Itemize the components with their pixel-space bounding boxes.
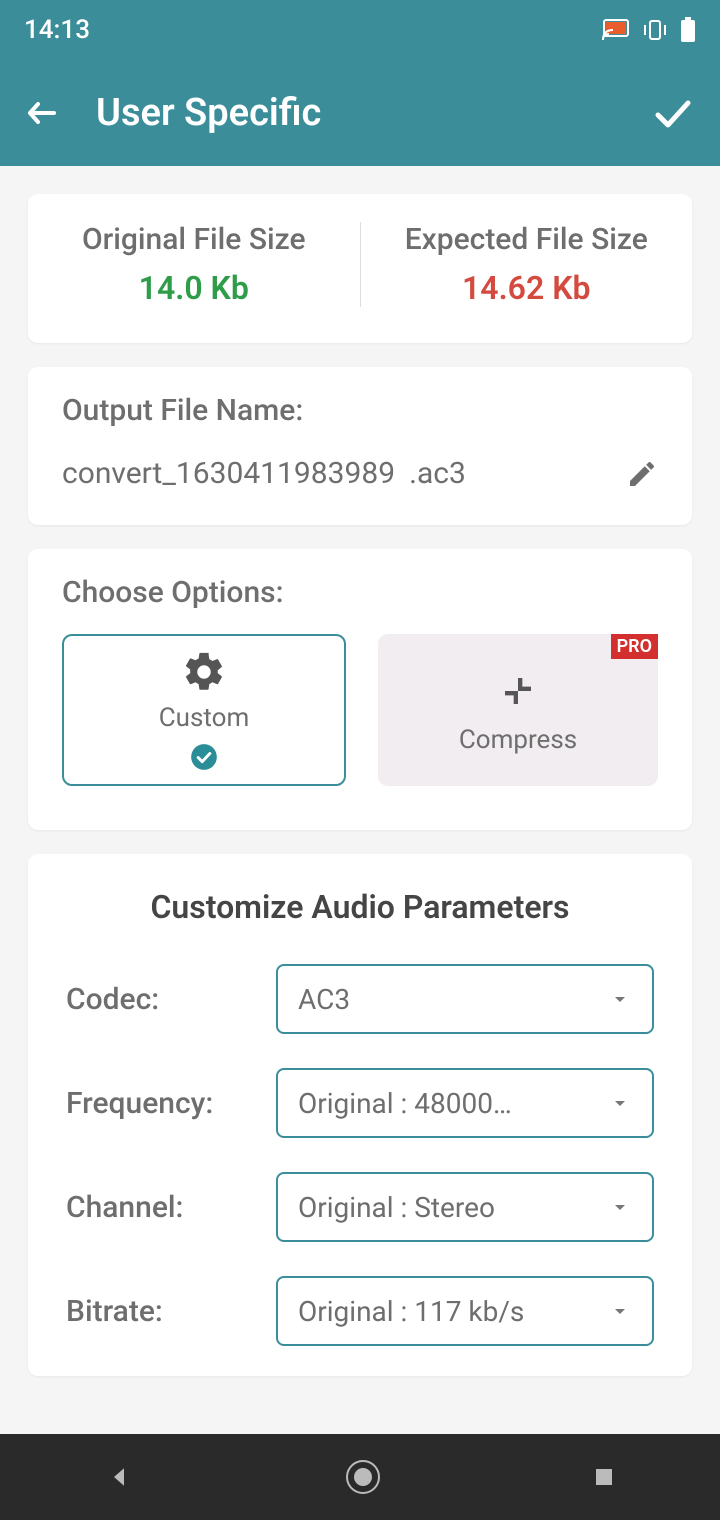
navigation-bar (0, 1434, 720, 1520)
options-title: Choose Options: (62, 575, 658, 610)
output-row: convert_1630411983989 .ac3 (62, 456, 658, 491)
frequency-select[interactable]: Original : 48000… (276, 1068, 654, 1138)
status-time: 14:13 (24, 15, 90, 45)
chevron-down-icon (608, 987, 632, 1011)
nav-home-icon[interactable] (343, 1457, 383, 1497)
channel-row: Channel: Original : Stereo (66, 1172, 654, 1242)
option-compress-label: Compress (459, 725, 577, 755)
original-size-column: Original File Size 14.0 Kb (28, 222, 361, 307)
status-icons (602, 17, 696, 43)
codec-select[interactable]: AC3 (276, 964, 654, 1034)
channel-value: Original : Stereo (298, 1191, 495, 1224)
nav-recent-icon[interactable] (592, 1465, 616, 1489)
battery-icon (680, 17, 696, 43)
back-icon[interactable] (24, 95, 60, 131)
chevron-down-icon (608, 1091, 632, 1115)
options-card: Choose Options: Custom PRO Compress (28, 549, 692, 830)
original-label: Original File Size (82, 222, 306, 257)
option-custom-label: Custom (159, 703, 250, 733)
expected-value: 14.62 Kb (462, 269, 590, 307)
chevron-down-icon (608, 1299, 632, 1323)
filesize-card: Original File Size 14.0 Kb Expected File… (28, 194, 692, 343)
codec-row: Codec: AC3 (66, 964, 654, 1034)
chevron-down-icon (608, 1195, 632, 1219)
bitrate-label: Bitrate: (66, 1294, 276, 1329)
confirm-icon[interactable] (648, 89, 696, 137)
frequency-row: Frequency: Original : 48000… (66, 1068, 654, 1138)
original-value: 14.0 Kb (139, 269, 249, 307)
expected-size-column: Expected File Size 14.62 Kb (361, 222, 693, 307)
channel-select[interactable]: Original : Stereo (276, 1172, 654, 1242)
options-row: Custom PRO Compress (62, 634, 658, 786)
bitrate-select[interactable]: Original : 117 kb/s (276, 1276, 654, 1346)
content-area: Original File Size 14.0 Kb Expected File… (0, 166, 720, 1434)
output-extension: .ac3 (409, 456, 612, 491)
frequency-value: Original : 48000… (298, 1087, 512, 1120)
status-bar: 14:13 (0, 0, 720, 60)
params-card: Customize Audio Parameters Codec: AC3 Fr… (28, 854, 692, 1376)
compress-icon (492, 665, 544, 717)
output-filename: convert_1630411983989 (62, 456, 395, 491)
edit-icon[interactable] (626, 458, 658, 490)
pro-badge: PRO (611, 634, 658, 659)
option-compress[interactable]: PRO Compress (378, 634, 658, 786)
vibrate-icon (642, 19, 668, 41)
nav-back-icon[interactable] (104, 1462, 134, 1492)
option-custom[interactable]: Custom (62, 634, 346, 786)
output-label: Output File Name: (62, 393, 658, 428)
check-badge-icon (190, 743, 218, 771)
bitrate-value: Original : 117 kb/s (298, 1295, 524, 1328)
cast-icon (602, 19, 630, 41)
gear-icon (181, 649, 227, 695)
expected-label: Expected File Size (405, 222, 648, 257)
frequency-label: Frequency: (66, 1086, 276, 1121)
page-title: User Specific (96, 91, 612, 135)
codec-value: AC3 (298, 983, 350, 1016)
app-bar: User Specific (0, 60, 720, 166)
codec-label: Codec: (66, 982, 276, 1017)
channel-label: Channel: (66, 1190, 276, 1225)
output-filename-card: Output File Name: convert_1630411983989 … (28, 367, 692, 525)
params-title: Customize Audio Parameters (66, 888, 654, 926)
bitrate-row: Bitrate: Original : 117 kb/s (66, 1276, 654, 1346)
